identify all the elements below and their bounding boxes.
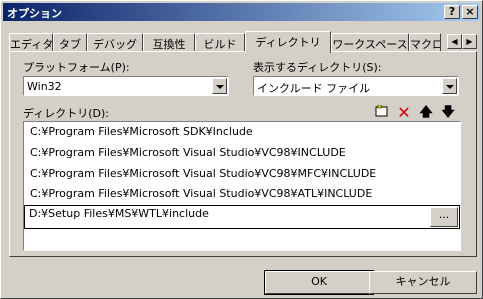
options-dialog: オプション ? × エディタ タブ デバッグ 互換性 ビルド ディレクトリ ワー…	[0, 0, 483, 299]
move-down-icon[interactable]: 🡇	[439, 105, 457, 121]
show-dirs-combo[interactable]: インクルード ファイル	[253, 76, 459, 96]
browse-button[interactable]: ...	[430, 207, 458, 227]
cancel-button[interactable]: キャンセル	[369, 271, 477, 294]
directory-edit-value[interactable]: D:¥Setup Files¥MS¥WTL¥include	[29, 207, 209, 220]
move-up-icon[interactable]: 🡅	[417, 105, 435, 121]
tab-strip: エディタ タブ デバッグ 互換性 ビルド ディレクトリ ワークスペース マクロ …	[9, 31, 479, 53]
new-folder-icon[interactable]	[373, 104, 391, 121]
platform-value: Win32	[27, 80, 62, 93]
chevron-down-icon[interactable]	[212, 78, 227, 94]
list-item[interactable]: C:¥Program Files¥Microsoft Visual Studio…	[30, 164, 376, 183]
tab-debug[interactable]: デバッグ	[87, 33, 143, 51]
platform-label: プラットフォーム(P):	[23, 61, 130, 74]
directories-label: ディレクトリ(D):	[23, 107, 109, 120]
list-item[interactable]: C:¥Program Files¥Microsoft Visual Studio…	[30, 184, 372, 203]
tab-tabs[interactable]: タブ	[53, 33, 87, 51]
show-dirs-value: インクルード ファイル	[257, 82, 371, 95]
show-dirs-label: 表示するディレクトリ(S):	[253, 61, 382, 74]
directory-edit-field[interactable]: D:¥Setup Files¥MS¥WTL¥include ...	[24, 205, 460, 229]
tab-macro[interactable]: マクロ	[409, 33, 441, 51]
list-item[interactable]: C:¥Program Files¥Microsoft Visual Studio…	[30, 143, 346, 162]
tab-directories[interactable]: ディレクトリ	[245, 31, 331, 53]
list-item[interactable]: C:¥Program Files¥Microsoft SDK¥Include	[30, 122, 253, 141]
tab-compatibility[interactable]: 互換性	[143, 33, 195, 51]
directory-list[interactable]: C:¥Program Files¥Microsoft SDK¥Include C…	[23, 121, 461, 251]
tab-scroll-right-icon[interactable]: ▶	[462, 34, 477, 49]
window-title: オプション	[7, 7, 62, 20]
platform-combo[interactable]: Win32	[23, 76, 229, 96]
tab-workspace[interactable]: ワークスペース	[331, 33, 409, 51]
ok-button[interactable]: OK	[264, 270, 374, 295]
title-bar[interactable]: オプション ? ×	[3, 3, 480, 21]
tab-scroll-left-icon[interactable]: ◀	[447, 34, 462, 49]
chevron-down-icon[interactable]	[442, 78, 457, 94]
delete-icon[interactable]: ✕	[395, 105, 413, 121]
help-button[interactable]: ?	[444, 5, 460, 19]
tab-build[interactable]: ビルド	[195, 33, 245, 51]
close-button[interactable]: ×	[462, 5, 478, 19]
tab-editor[interactable]: エディタ	[9, 33, 53, 51]
